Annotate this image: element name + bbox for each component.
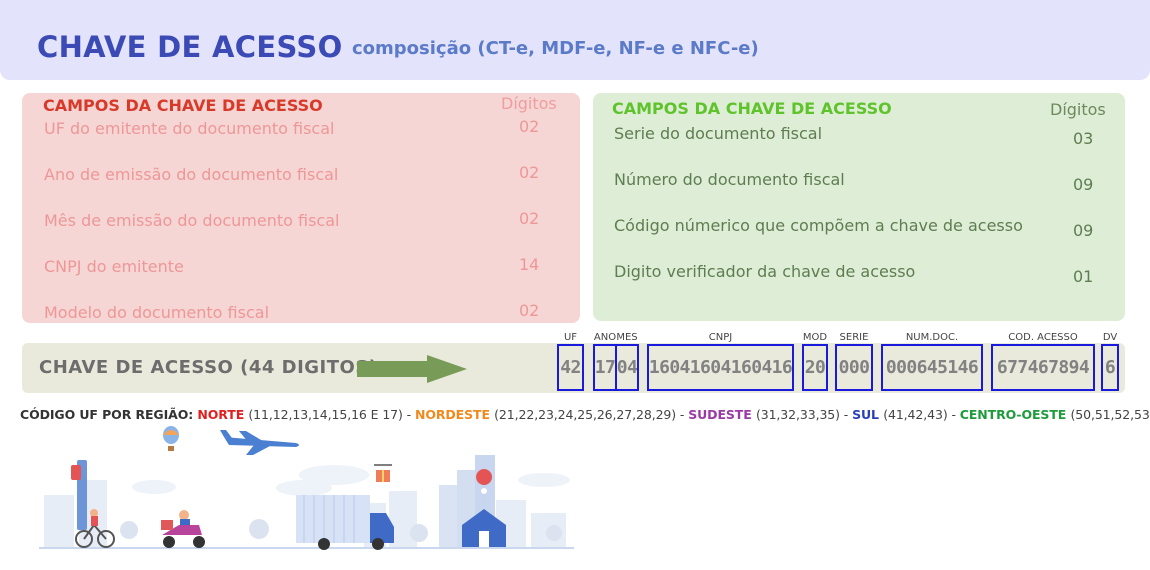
region-codes: (50,51,52,53) <box>1070 407 1150 422</box>
right-field-label: Digito verificador da chave de acesso <box>614 262 916 281</box>
right-arrow-icon <box>357 355 467 383</box>
region-name: SUDESTE <box>688 407 752 422</box>
key-segment-label: DV <box>1102 332 1118 343</box>
left-field-label: Mês de emissão do documento fiscal <box>44 211 340 230</box>
region-codes: (21,22,23,24,25,26,27,28,29) <box>494 407 677 422</box>
legend-separator: - <box>947 407 960 422</box>
hot-air-balloon-icon <box>163 426 179 451</box>
key-segment-label: CNPJ <box>708 332 733 343</box>
left-field-digits: 02 <box>519 209 540 228</box>
left-field-digits: 02 <box>519 163 540 182</box>
key-segment-value: 000645146 <box>881 344 983 391</box>
right-field-label: Número do documento fiscal <box>614 170 845 189</box>
right-panel-title: CAMPOS DA CHAVE DE ACESSO <box>612 99 892 118</box>
key-segment-value: 42 <box>557 344 584 391</box>
right-field-label: Serie do documento fiscal <box>614 124 823 143</box>
region-codes: (11,12,13,14,15,16 E 17) <box>248 407 403 422</box>
left-fields-panel: CAMPOS DA CHAVE DE ACESSO Dígitos UF do … <box>22 93 580 323</box>
key-segment-value: 04 <box>615 344 639 391</box>
region-name: SUL <box>852 407 879 422</box>
key-segment-label: NUM.DOC. <box>905 332 959 343</box>
access-key-label: CHAVE DE ACESSO (44 DIGITOS) <box>39 357 378 378</box>
page-title: CHAVE DE ACESSO <box>37 30 343 64</box>
legend-separator: - <box>402 407 415 422</box>
right-field-digits: 09 <box>1073 221 1094 240</box>
key-segment-value: 16041604160416 <box>647 344 794 391</box>
region-codes: (41,42,43) <box>883 407 948 422</box>
left-field-label: Ano de emissão do documento fiscal <box>44 165 339 184</box>
left-field-label: Modelo do documento fiscal <box>44 303 270 322</box>
airplane-icon <box>220 430 299 455</box>
uf-region-legend: CÓDIGO UF POR REGIÃO: NORTE (11,12,13,14… <box>20 407 1150 422</box>
left-digits-header: Dígitos <box>501 94 557 113</box>
left-panel-title: CAMPOS DA CHAVE DE ACESSO <box>43 96 323 115</box>
left-field-digits: 02 <box>519 117 540 136</box>
left-field-digits: 14 <box>519 255 540 274</box>
legend-separator: - <box>839 407 853 422</box>
gift-drone-icon <box>374 464 392 482</box>
right-field-digits: 03 <box>1073 129 1094 148</box>
key-segment-value: 677467894 <box>991 344 1095 391</box>
region-codes: (31,32,33,35) <box>755 407 840 422</box>
page-subtitle: composição (CT-e, MDF-e, NF-e e NFC-e) <box>352 38 759 59</box>
right-digits-header: Dígitos <box>1050 100 1106 119</box>
key-segment-value: 17 <box>593 344 617 391</box>
left-field-label: CNPJ do emitente <box>44 257 184 276</box>
region-name: CENTRO-OESTE <box>959 407 1067 422</box>
header-banner: CHAVE DE ACESSO composição (CT-e, MDF-e,… <box>0 0 1150 80</box>
right-fields-panel: CAMPOS DA CHAVE DE ACESSO Dígitos Serie … <box>593 93 1125 321</box>
left-field-digits: 02 <box>519 301 540 320</box>
right-field-digits: 01 <box>1073 267 1094 286</box>
right-field-digits: 09 <box>1073 175 1094 194</box>
delivery-city-illustration <box>39 426 574 550</box>
house-location-pin-icon <box>439 455 506 547</box>
key-segment-value: 000 <box>835 344 873 391</box>
scooter-courier-icon <box>161 510 205 548</box>
region-name: NORDESTE <box>414 407 490 422</box>
legend-separator: - <box>676 407 689 422</box>
left-field-label: UF do emitente do documento fiscal <box>44 119 335 138</box>
right-field-label: Código númerico que compõem a chave de a… <box>614 216 1023 235</box>
region-name: NORTE <box>197 407 245 422</box>
uf-legend-prefix: CÓDIGO UF POR REGIÃO: <box>20 407 194 422</box>
key-segment-value: 20 <box>802 344 828 391</box>
key-segment-label: COD. ACESSO <box>1008 332 1078 343</box>
key-segment-value: 6 <box>1101 344 1119 391</box>
